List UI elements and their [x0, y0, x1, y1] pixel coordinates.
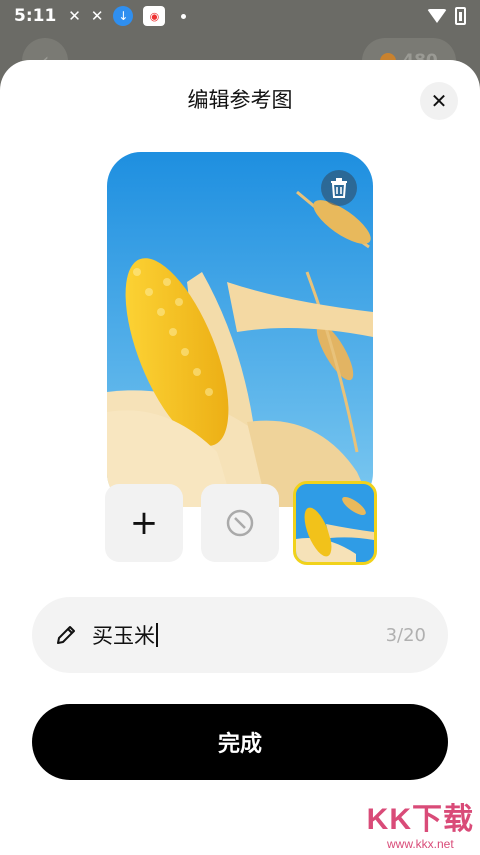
- delete-image-button[interactable]: [321, 170, 357, 206]
- wifi-icon: [427, 9, 447, 23]
- add-reference-button[interactable]: +: [105, 484, 183, 562]
- character-counter: 3/20: [385, 624, 426, 646]
- download-icon: ↓: [113, 6, 134, 26]
- x-notification-icon: ✕: [68, 7, 81, 25]
- reference-image-preview: [107, 152, 373, 507]
- no-reference-button[interactable]: [201, 484, 279, 562]
- trash-icon: [331, 178, 347, 198]
- app-icon: ◉: [143, 6, 166, 26]
- status-time: 5:11: [14, 6, 57, 26]
- status-bar: 5:11 ✕ ✕ ↓ ◉: [0, 0, 480, 32]
- plus-icon: +: [129, 503, 159, 543]
- input-value[interactable]: 买玉米: [92, 620, 155, 650]
- close-icon: ✕: [430, 89, 448, 113]
- no-entry-icon: [226, 509, 254, 537]
- watermark-logo: KK下载: [366, 803, 474, 836]
- battery-icon: [455, 7, 466, 25]
- reference-thumbnail-selected[interactable]: [293, 481, 377, 565]
- pencil-icon: [57, 626, 75, 644]
- close-button[interactable]: ✕: [420, 82, 458, 120]
- text-caret: [156, 623, 158, 647]
- sheet-title: 编辑参考图: [187, 88, 293, 112]
- dot-icon: [181, 13, 187, 19]
- watermark-url: www.kkx.net: [386, 837, 454, 851]
- corn-thumbnail-image: [296, 484, 374, 562]
- reference-name-input[interactable]: 买玉米 3/20: [32, 597, 448, 673]
- done-button[interactable]: 完成: [32, 704, 448, 780]
- x-notification-icon: ✕: [90, 7, 104, 25]
- watermark: KK下载 www.kkx.net: [367, 803, 474, 851]
